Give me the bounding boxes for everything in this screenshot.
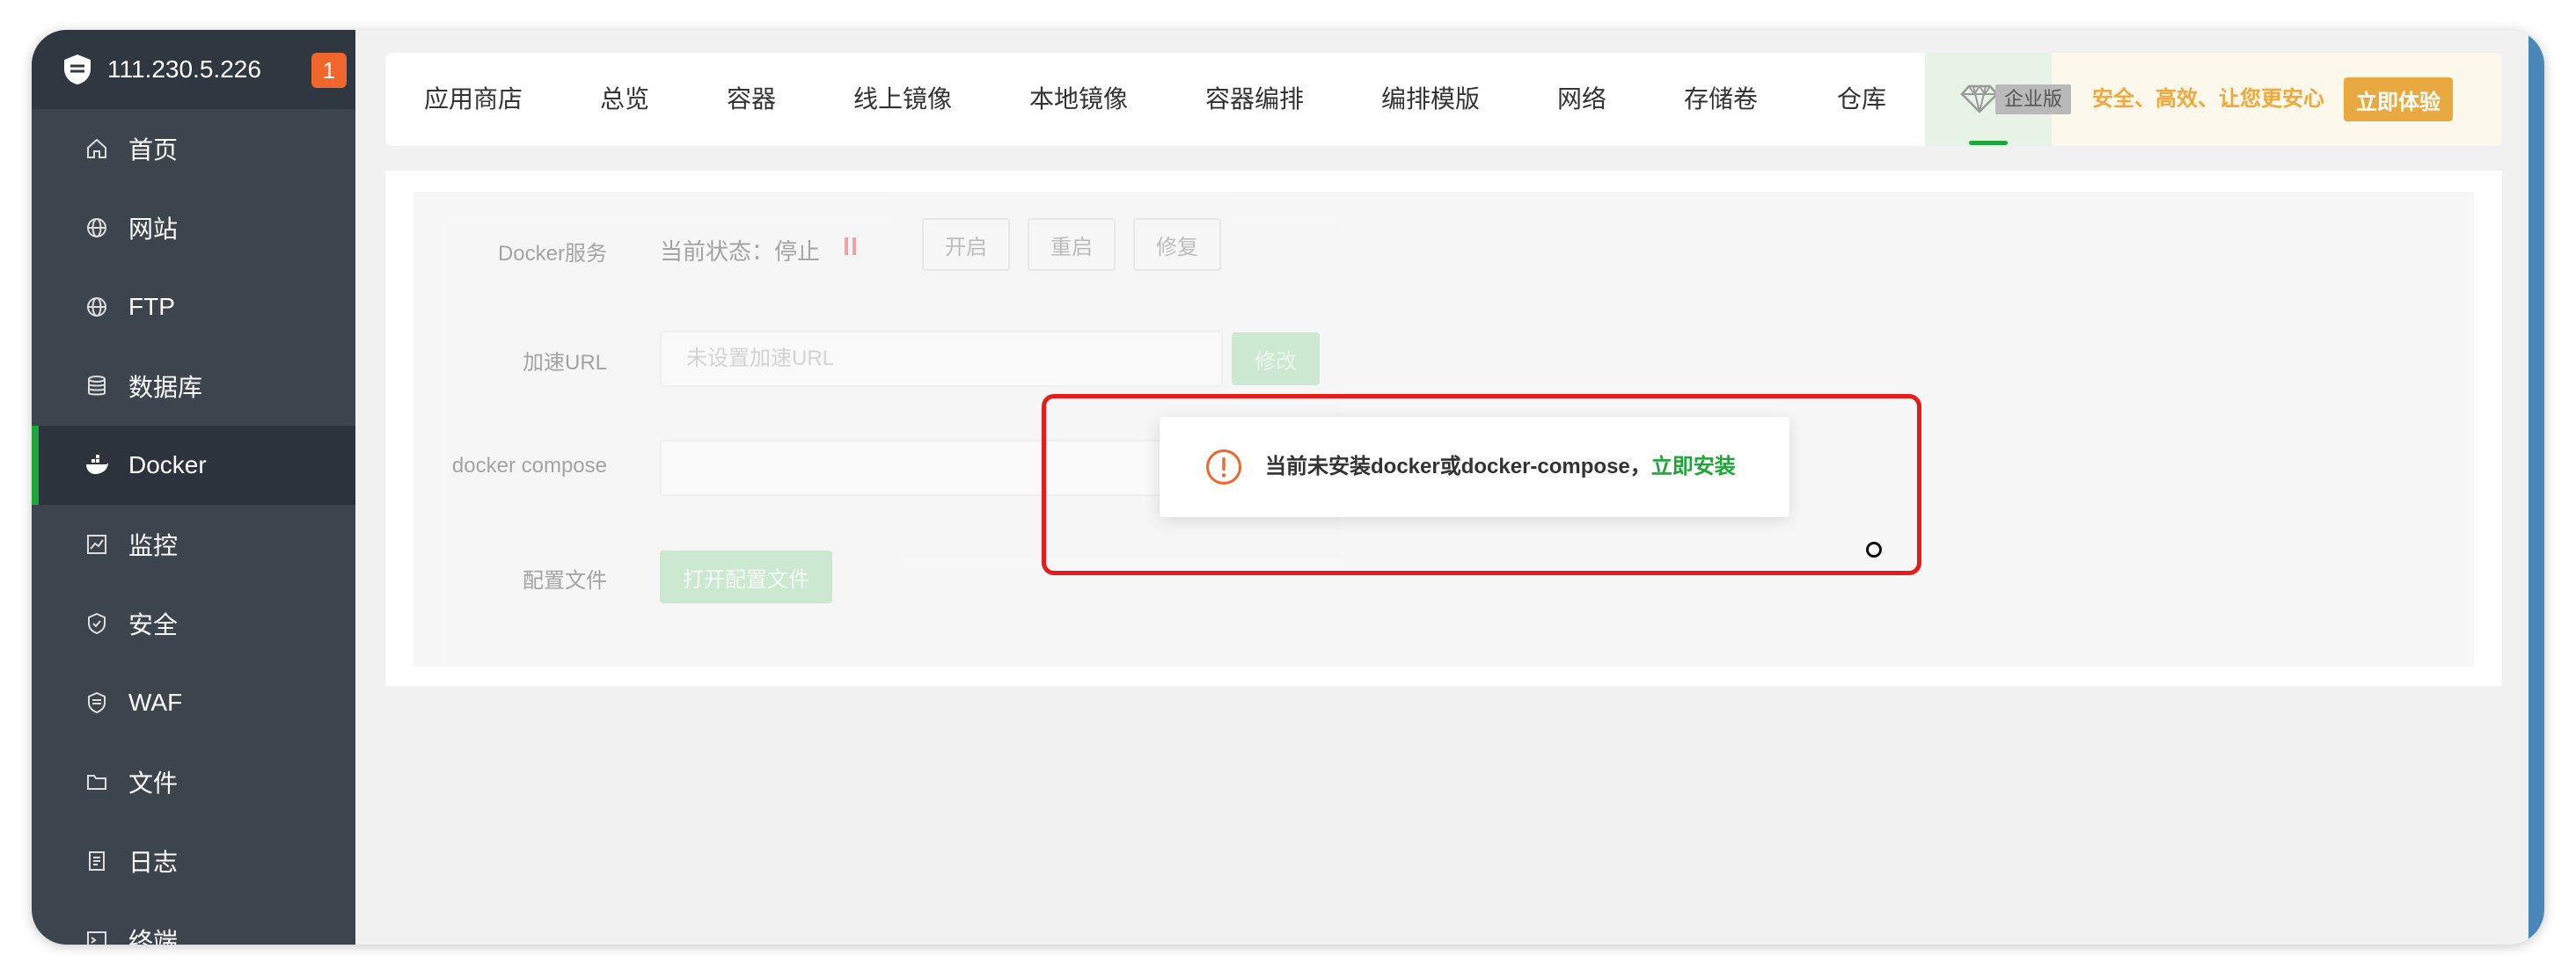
tab-network[interactable]: 网络	[1557, 53, 1606, 146]
sidebar-item-label: 首页	[128, 136, 179, 164]
sidebar-item-website[interactable]: 网站	[32, 188, 355, 267]
mouse-cursor	[1866, 542, 1882, 558]
panel-logo-icon	[60, 52, 95, 87]
stopped-pause-icon	[845, 237, 857, 255]
notification-badge[interactable]: 1	[311, 53, 347, 88]
app-window: 111.230.5.226 1 首页 网站 FTP 数据库 Docker 监控 …	[32, 30, 2544, 945]
waf-shield-icon	[84, 690, 109, 715]
sidebar-item-label: WAF	[128, 689, 183, 716]
docker-service-label: Docker服务	[497, 242, 607, 266]
tab-compose-templates[interactable]: 编排模版	[1381, 53, 1480, 146]
home-icon	[84, 136, 109, 161]
folder-icon	[84, 770, 109, 794]
tab-local-images[interactable]: 本地镜像	[1029, 53, 1128, 146]
sidebar-item-label: Docker	[128, 451, 207, 478]
sidebar-header: 111.230.5.226 1	[32, 30, 355, 109]
sidebar-item-label: 终端	[128, 928, 179, 945]
sidebar-item-label: 日志	[128, 849, 179, 876]
sidebar-item-label: FTP	[128, 293, 175, 320]
enterprise-slogan: 安全、高效、让您更安心	[2092, 87, 2324, 111]
sidebar: 111.230.5.226 1 首页 网站 FTP 数据库 Docker 监控 …	[32, 30, 355, 945]
service-status: 当前状态：停止	[660, 238, 821, 265]
sidebar-item-label: 文件	[128, 770, 179, 797]
accel-url-input[interactable]: 未设置加速URL	[660, 331, 1223, 387]
compose-label: docker compose	[451, 454, 607, 478]
globe-icon	[84, 215, 109, 240]
diamond-icon	[1960, 83, 1999, 114]
repair-button[interactable]: 修复	[1133, 218, 1221, 271]
config-file-label: 配置文件	[523, 569, 607, 593]
sidebar-item-monitor[interactable]: 监控	[32, 505, 355, 584]
sidebar-item-database[interactable]: 数据库	[32, 347, 355, 426]
try-enterprise-button[interactable]: 立即体验	[2344, 77, 2453, 121]
edit-accel-url-button[interactable]: 修改	[1232, 332, 1320, 385]
sidebar-item-waf[interactable]: WAF	[32, 663, 355, 742]
active-tab-indicator	[1969, 141, 2008, 145]
sidebar-nav: 首页 网站 FTP 数据库 Docker 监控 安全 WAF 文件 日志 终端	[32, 109, 355, 945]
sidebar-item-label: 网站	[128, 215, 179, 243]
sidebar-item-files[interactable]: 文件	[32, 742, 355, 821]
log-document-icon	[84, 849, 109, 873]
sidebar-item-label: 数据库	[128, 374, 203, 401]
ftp-globe-icon	[84, 295, 109, 319]
terminal-icon	[84, 928, 109, 945]
sidebar-item-docker[interactable]: Docker	[32, 426, 355, 505]
shield-icon	[84, 611, 109, 636]
sidebar-item-terminal[interactable]: 终端	[32, 901, 355, 945]
sidebar-item-label: 监控	[128, 532, 179, 559]
sidebar-item-security[interactable]: 安全	[32, 584, 355, 663]
sidebar-item-logs[interactable]: 日志	[32, 821, 355, 901]
docker-whale-icon	[84, 453, 109, 478]
tab-volumes[interactable]: 存储卷	[1684, 53, 1758, 146]
restart-button[interactable]: 重启	[1028, 218, 1116, 271]
accel-url-label: 加速URL	[522, 351, 607, 375]
tab-compose[interactable]: 容器编排	[1205, 53, 1304, 146]
server-ip[interactable]: 111.230.5.226	[107, 55, 261, 84]
tab-online-images[interactable]: 线上镜像	[853, 53, 952, 146]
tab-app-store[interactable]: 应用商店	[424, 53, 523, 146]
tab-overview[interactable]: 总览	[600, 53, 649, 146]
sidebar-item-home[interactable]: 首页	[32, 109, 355, 188]
database-icon	[84, 374, 109, 398]
window-right-edge	[2528, 30, 2544, 945]
sidebar-item-ftp[interactable]: FTP	[32, 267, 355, 347]
monitor-chart-icon	[84, 532, 109, 557]
start-button[interactable]: 开启	[922, 218, 1010, 271]
highlight-annotation	[1042, 394, 1921, 575]
tab-registry[interactable]: 仓库	[1837, 53, 1886, 146]
enterprise-label: 企业版	[1995, 84, 2072, 114]
docker-tabbar: 应用商店 总览 容器 线上镜像 本地镜像 容器编排 编排模版 网络 存储卷 仓库…	[385, 53, 2502, 146]
open-config-button[interactable]: 打开配置文件	[660, 551, 832, 603]
tab-containers[interactable]: 容器	[727, 53, 776, 146]
sidebar-item-label: 安全	[128, 611, 179, 639]
